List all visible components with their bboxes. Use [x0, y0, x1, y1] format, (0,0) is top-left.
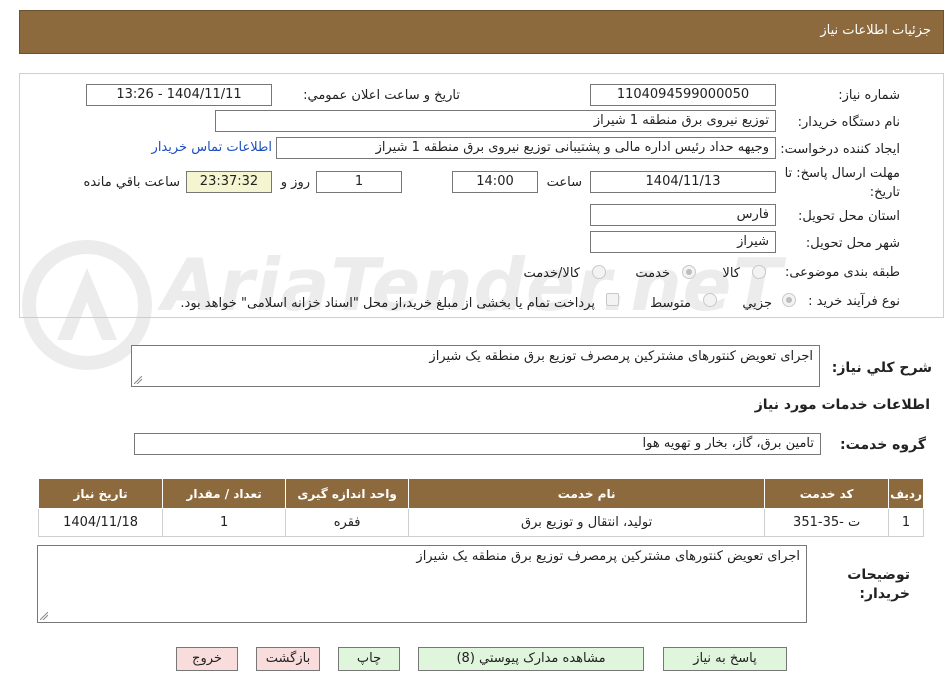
buyer-org-field: توزیع نیروی برق منطقه 1 شیراز: [215, 110, 776, 132]
buyer-notes-text: اجرای تعویض کنتورهای مشترکین پرمصرف توزی…: [416, 549, 800, 564]
buyer-org-label: نام دستگاه خريدار:: [797, 115, 900, 130]
col-date-header: تاريخ نياز: [37, 478, 164, 509]
col-name-header: نام خدمت: [408, 478, 766, 509]
deadline-time-label: ساعت: [546, 175, 582, 190]
category-label: طبقه بندی موضوعی:: [784, 265, 900, 280]
print-button[interactable]: چاپ: [338, 647, 400, 671]
buyer-notes-label-2: خريدار:: [859, 586, 910, 602]
cell-unit: فقره: [285, 508, 410, 537]
days-label: روز و: [280, 175, 310, 190]
buyer-notes-textarea[interactable]: اجرای تعویض کنتورهای مشترکین پرمصرف توزی…: [37, 545, 807, 623]
process-minor-label: جزيي: [742, 296, 772, 311]
cell-date: 1404/11/18: [37, 508, 164, 537]
page-header: جزئیات اطلاعات نیاز: [19, 10, 944, 54]
need-number-label: شماره نیاز:: [838, 88, 900, 103]
city-label: شهر محل تحويل:: [805, 236, 900, 251]
table-row: 1 ت -35-351 تولید، انتقال و توزیع برق فق…: [37, 508, 924, 537]
attachments-button[interactable]: مشاهده مدارک پيوستي (8): [418, 647, 644, 671]
category-goods-service-radio[interactable]: [592, 265, 606, 279]
process-label: نوع فرآيند خريد :: [808, 294, 900, 309]
description-label: شرح کلي نياز:: [831, 360, 932, 376]
buyer-notes-label: توضيحات: [847, 567, 910, 583]
process-minor-radio[interactable]: [782, 293, 796, 307]
cell-code: ت -35-351: [764, 508, 890, 537]
treasury-payment-checkbox[interactable]: [606, 293, 619, 306]
page-title: جزئیات اطلاعات نیاز: [820, 23, 931, 38]
exit-button[interactable]: خروج: [176, 647, 238, 671]
province-field: فارس: [590, 204, 776, 226]
treasury-payment-note: پرداخت تمام یا بخشی از مبلغ خرید،از محل …: [180, 296, 595, 311]
category-goods-service-label: کالا/خدمت: [523, 266, 580, 281]
cell-row: 1: [888, 508, 924, 537]
resize-grip-icon[interactable]: [134, 376, 142, 384]
category-goods-label: کالا: [722, 266, 740, 281]
province-label: استان محل تحويل:: [798, 209, 900, 224]
reply-button[interactable]: پاسخ به نياز: [663, 647, 787, 671]
deadline-label: مهلت ارسال پاسخ: تا: [784, 166, 900, 181]
process-medium-radio[interactable]: [703, 293, 717, 307]
services-table: رديف کد خدمت نام خدمت واحد اندازه گيری ت…: [37, 478, 924, 537]
announce-label: تاریخ و ساعت اعلان عمومي:: [303, 88, 460, 103]
requester-label: ايجاد کننده درخواست:: [780, 142, 900, 157]
service-group-field: تامین برق، گاز، بخار و تهویه هوا: [134, 433, 821, 455]
buyer-contact-link[interactable]: اطلاعات تماس خريدار: [152, 140, 272, 155]
days-remaining-field: 1: [316, 171, 402, 193]
cell-name: تولید، انتقال و توزیع برق: [408, 508, 766, 537]
deadline-time-field: 14:00: [452, 171, 538, 193]
category-goods-radio[interactable]: [752, 265, 766, 279]
remaining-timer: 23:37:32: [186, 171, 272, 193]
resize-grip-icon[interactable]: [40, 612, 48, 620]
service-group-label: گروه خدمت:: [840, 437, 926, 453]
back-button[interactable]: بازگشت: [256, 647, 320, 671]
table-header-row: رديف کد خدمت نام خدمت واحد اندازه گيری ت…: [37, 478, 924, 509]
col-qty-header: تعداد / مقدار: [162, 478, 287, 509]
deadline-date-field: 1404/11/13: [590, 171, 776, 193]
description-textarea[interactable]: اجرای تعویض کنتورهای مشترکین پرمصرف توزی…: [131, 345, 820, 387]
city-field: شیراز: [590, 231, 776, 253]
remaining-label: ساعت باقي مانده: [83, 175, 180, 190]
services-title: اطلاعات خدمات مورد نياز: [754, 397, 930, 413]
need-number-field: 1104094599000050: [590, 84, 776, 106]
requester-field: وجیهه حداد رئیس اداره مالی و پشتیبانی تو…: [276, 137, 776, 159]
process-medium-label: متوسط: [650, 296, 691, 311]
category-service-label: خدمت: [635, 266, 670, 281]
category-service-radio[interactable]: [682, 265, 696, 279]
col-row-header: رديف: [888, 478, 924, 509]
cell-qty: 1: [162, 508, 287, 537]
deadline-label-date: تاريخ:: [869, 185, 900, 200]
announce-date-field: 1404/11/11 - 13:26: [86, 84, 272, 106]
col-code-header: کد خدمت: [764, 478, 890, 509]
col-unit-header: واحد اندازه گيری: [285, 478, 410, 509]
description-text: اجرای تعویض کنتورهای مشترکین پرمصرف توزی…: [429, 349, 813, 364]
